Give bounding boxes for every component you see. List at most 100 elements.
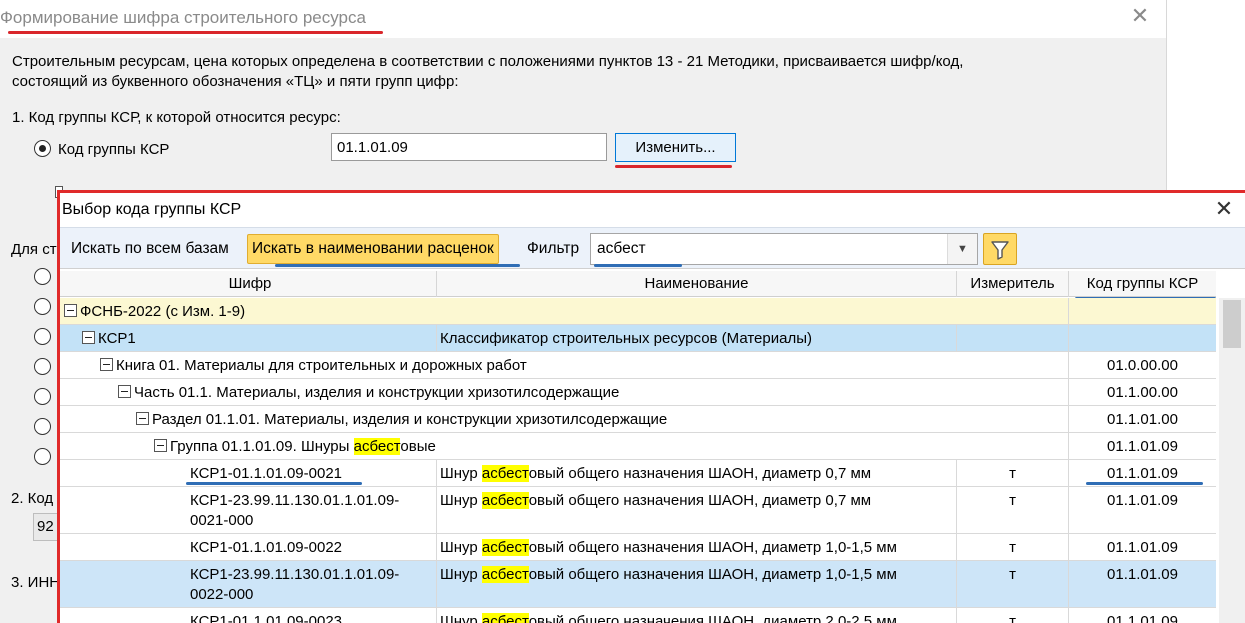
radio-ksr-group[interactable] (34, 140, 51, 157)
search-all-bases-button[interactable]: Искать по всем базам (66, 234, 234, 264)
table-row[interactable]: КСР1-01.1.01.09-0023 Шнур асбестовый общ… (60, 608, 1216, 623)
search-in-names-button[interactable]: Искать в наименовании расценок (247, 234, 499, 264)
book-group-code: 01.0.00.00 (1107, 357, 1178, 374)
item-unit: т (957, 561, 1069, 607)
item-unit: т (957, 534, 1069, 560)
tree-row-book[interactable]: Книга 01. Материалы для строительных и д… (60, 352, 1216, 379)
item-group-code: 01.1.01.09 (1107, 613, 1178, 623)
tree-row-ksr1[interactable]: КСР1 Классификатор строительных ресурсов… (60, 325, 1216, 352)
item-group-annotation-underline (1086, 482, 1203, 485)
tree-node-label: ФСНБ-2022 (с Изм. 1-9) (64, 298, 1069, 324)
tree-row-part[interactable]: Часть 01.1. Материалы, изделия и констру… (60, 379, 1216, 406)
ksr-tree-grid: Шифр Наименование Измеритель Код группы … (60, 271, 1245, 623)
item-group-code: 01.1.01.09 (1107, 566, 1178, 583)
title-annotation-underline (8, 31, 383, 34)
search-names-annotation-underline (275, 264, 520, 267)
background-window-title: Формирование шифра строительного ресурса (0, 8, 366, 27)
collapse-icon[interactable] (64, 304, 77, 317)
tree-node-label: Часть 01.1. Материалы, изделия и констру… (64, 379, 1069, 405)
filter-combobox[interactable]: ▼ (590, 233, 978, 265)
part-node-text: Часть 01.1. Материалы, изделия и констру… (134, 384, 620, 401)
scrollbar-thumb[interactable] (1223, 300, 1241, 348)
search-match-highlight: асбест (481, 539, 529, 556)
item-name: Шнур асбестовый общего назначения ШАОН, … (437, 608, 957, 623)
item-name: Шнур асбестовый общего назначения ШАОН, … (437, 534, 957, 560)
item-group-code: 01.1.01.09 (1107, 492, 1178, 509)
tree-row-section[interactable]: Раздел 01.1.01. Материалы, изделия и кон… (60, 406, 1216, 433)
group-node-text-end: овые (400, 438, 436, 455)
dialog-close-icon[interactable]: ✕ (1212, 197, 1236, 221)
change-button[interactable]: Изменить... (615, 133, 736, 162)
collapse-icon[interactable] (118, 385, 131, 398)
cut-input-box[interactable]: 92 (33, 513, 59, 541)
grid-header: Шифр Наименование Измеритель Код группы … (60, 271, 1216, 297)
background-close-icon[interactable]: ✕ (1129, 5, 1151, 27)
ksr1-unit (957, 325, 1069, 351)
collapse-icon[interactable] (136, 412, 149, 425)
radio-option[interactable] (34, 448, 51, 465)
vertical-scrollbar[interactable] (1219, 298, 1245, 623)
item-group-code: 01.1.01.09 (1107, 539, 1178, 556)
filter-label: Фильтр (527, 240, 580, 257)
tree-node-label: Книга 01. Материалы для строительных и д… (64, 352, 1069, 378)
radio-option[interactable] (34, 298, 51, 315)
radio-option[interactable] (34, 328, 51, 345)
book-node-text: Книга 01. Материалы для строительных и д… (116, 357, 527, 374)
collapse-icon[interactable] (100, 358, 113, 371)
apply-filter-button[interactable] (983, 233, 1017, 265)
collapse-icon[interactable] (154, 439, 167, 452)
search-match-highlight: асбест (481, 492, 529, 509)
tree-node-label: Раздел 01.1.01. Материалы, изделия и кон… (64, 406, 1069, 432)
item-code: КСР1-23.99.11.130.01.1.01.09- 0022-000 (64, 561, 437, 607)
ksr1-name: Классификатор строительных ресурсов (Мат… (437, 325, 957, 351)
item-name: Шнур асбестовый общего назначения ШАОН, … (437, 487, 957, 533)
column-header-unit[interactable]: Измеритель (957, 271, 1069, 297)
radio-option[interactable] (34, 388, 51, 405)
table-row[interactable]: КСР1-23.99.11.130.01.1.01.09- 0021-000 Шн… (60, 487, 1216, 534)
item-code-annotation-underline (186, 482, 362, 485)
radio-option[interactable] (34, 358, 51, 375)
group-group-code: 01.1.01.09 (1107, 438, 1178, 455)
search-match-highlight: асбест (353, 438, 401, 455)
table-row[interactable]: КСР1-01.1.01.09-0022 Шнур асбестовый общ… (60, 534, 1216, 561)
column-header-code[interactable]: Шифр (64, 271, 437, 297)
description-line-2: состоящий из буквенного обозначения «ТЦ»… (12, 73, 459, 90)
root-node-text: ФСНБ-2022 (с Изм. 1-9) (80, 303, 246, 320)
tree-row-group-cell (1069, 298, 1216, 324)
item-unit: т (957, 487, 1069, 533)
cut-label-for: Для ст (11, 241, 57, 258)
item-code: КСР1-01.1.01.09-0023 (64, 608, 437, 623)
ksr1-code-text: КСР1 (98, 330, 136, 347)
collapse-icon[interactable] (82, 331, 95, 344)
tree-row-group[interactable]: Группа 01.1.01.09. Шнуры асбестовые 01.1… (60, 433, 1216, 460)
dialog-title: Выбор кода группы КСР (62, 201, 242, 218)
search-match-highlight: асбест (481, 465, 529, 482)
dialog-toolbar: Искать по всем базам Искать в наименован… (60, 227, 1245, 269)
change-button-annotation-underline (615, 165, 732, 168)
item-code: КСР1-23.99.11.130.01.1.01.09- 0021-000 (64, 487, 437, 533)
table-row-selected[interactable]: КСР1-23.99.11.130.01.1.01.09- 0022-000 Шн… (60, 561, 1216, 608)
column-header-ksr-group[interactable]: Код группы КСР (1069, 271, 1216, 297)
filter-annotation-underline (594, 264, 682, 267)
radio-option[interactable] (34, 268, 51, 285)
item-name: Шнур асбестовый общего назначения ШАОН, … (437, 561, 957, 607)
column-header-name[interactable]: Наименование (437, 271, 957, 297)
filter-input[interactable] (591, 234, 947, 264)
filter-dropdown-icon[interactable]: ▼ (947, 234, 977, 264)
item-code: КСР1-01.1.01.09-0022 (64, 534, 437, 560)
item-unit: т (957, 460, 1069, 486)
ksr-group-code-input[interactable] (331, 133, 607, 161)
section-node-text: Раздел 01.1.01. Материалы, изделия и кон… (152, 411, 668, 428)
section-group-code: 01.1.01.00 (1107, 411, 1178, 428)
radio-ksr-group-label: Код группы КСР (58, 141, 170, 158)
tree-node-code: КСР1 (64, 325, 437, 351)
tree-node-label: Группа 01.1.01.09. Шнуры асбестовые (64, 433, 1069, 459)
group-node-text: Группа 01.1.01.09. Шнуры (170, 438, 354, 455)
tree-row-root[interactable]: ФСНБ-2022 (с Изм. 1-9) (60, 298, 1216, 325)
step-1-label: 1. Код группы КСР, к которой относится р… (12, 109, 341, 126)
radio-option[interactable] (34, 418, 51, 435)
ksr1-group (1069, 325, 1216, 351)
search-match-highlight: асбест (481, 613, 529, 623)
cut-label-step-3: 3. ИНН (11, 574, 61, 591)
part-group-code: 01.1.00.00 (1107, 384, 1178, 401)
